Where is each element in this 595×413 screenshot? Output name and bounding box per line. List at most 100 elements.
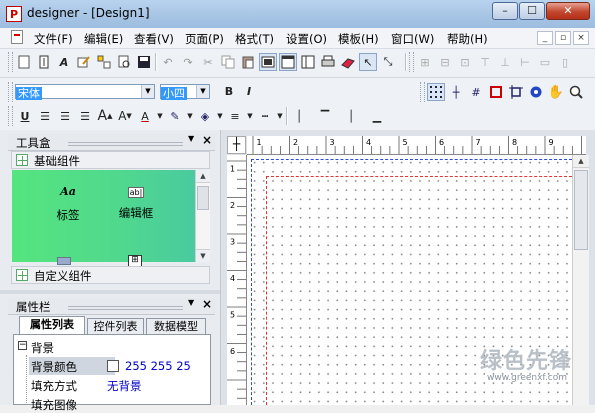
- line-style-icon[interactable]: ┅: [256, 107, 274, 125]
- property-row[interactable]: 填充方式 无背景: [15, 376, 210, 394]
- menu-template[interactable]: 模板(H): [338, 31, 379, 47]
- minimize-button[interactable]: –: [492, 2, 518, 20]
- chevron-down-icon[interactable]: ▼: [156, 107, 164, 125]
- font-name-select[interactable]: 宋体 ▼: [15, 84, 155, 100]
- open-file-icon[interactable]: [35, 53, 53, 71]
- property-category-row[interactable]: − 背景: [15, 338, 210, 356]
- tab-control-list[interactable]: 控件列表: [87, 318, 144, 334]
- page-setup-icon[interactable]: [299, 53, 317, 71]
- group-basic-components[interactable]: 基础组件: [11, 151, 210, 169]
- scroll-up-icon[interactable]: ▲: [196, 170, 210, 183]
- mdi-restore-button[interactable]: ▫: [555, 31, 571, 45]
- table-icon[interactable]: #: [467, 83, 485, 101]
- menu-format[interactable]: 格式(T): [235, 31, 274, 47]
- hand-icon[interactable]: ✋: [547, 83, 565, 101]
- color-swatch[interactable]: [107, 360, 119, 372]
- chevron-down-icon[interactable]: ▼: [276, 107, 284, 125]
- splitter[interactable]: [0, 290, 220, 294]
- maximize-button[interactable]: ☐: [519, 2, 545, 20]
- undo-icon[interactable]: ↶: [159, 53, 177, 71]
- mdi-close-button[interactable]: ×: [573, 31, 589, 45]
- property-value[interactable]: 无背景: [107, 378, 142, 394]
- guide-line-icon[interactable]: ┼: [447, 83, 465, 101]
- align-left-text-icon[interactable]: ☰: [36, 107, 54, 125]
- edit-icon[interactable]: [75, 53, 93, 71]
- line-color-icon[interactable]: ✎: [166, 107, 184, 125]
- book-icon[interactable]: [339, 53, 357, 71]
- align-bottom-icon[interactable]: ⊢: [516, 53, 534, 71]
- text-style-icon[interactable]: A: [55, 53, 73, 71]
- print-icon[interactable]: [319, 53, 337, 71]
- menu-view[interactable]: 查看(V): [134, 31, 174, 47]
- property-value[interactable]: 255 255 25: [125, 359, 191, 373]
- select-pointer-icon[interactable]: ↖: [359, 53, 377, 71]
- menu-settings[interactable]: 设置(O): [286, 31, 327, 47]
- canvas-scrollbar[interactable]: ▲: [572, 155, 589, 405]
- close-icon[interactable]: ×: [202, 297, 212, 311]
- zoom-icon[interactable]: [567, 83, 585, 101]
- tab-data-model[interactable]: 数据模型: [146, 318, 206, 334]
- toolbox-scrollbar[interactable]: ▲ ▼: [195, 170, 210, 262]
- same-width-icon[interactable]: ▭: [536, 53, 554, 71]
- frame-icon[interactable]: [507, 83, 525, 101]
- print-preview-icon[interactable]: [115, 53, 133, 71]
- grow-font-icon[interactable]: A ▲: [96, 107, 114, 125]
- collapse-icon[interactable]: −: [18, 341, 27, 350]
- ruler-origin-icon[interactable]: ┼: [227, 136, 246, 154]
- align-top-icon[interactable]: ⊤: [476, 53, 494, 71]
- align-middle-icon[interactable]: ⊥: [496, 53, 514, 71]
- menu-edit[interactable]: 编辑(E): [84, 31, 123, 47]
- group-custom-components[interactable]: 自定义组件: [11, 266, 210, 284]
- close-button[interactable]: ✕: [546, 2, 590, 20]
- redo-icon[interactable]: ↷: [179, 53, 197, 71]
- scroll-thumb[interactable]: [574, 170, 588, 250]
- chevron-down-icon[interactable]: ▼: [186, 107, 194, 125]
- property-row[interactable]: 填充图像: [15, 395, 210, 413]
- panel-menu-icon[interactable]: ▼: [188, 134, 194, 143]
- menu-help[interactable]: 帮助(H): [447, 31, 488, 47]
- menu-file[interactable]: 文件(F): [34, 31, 73, 47]
- line-width-icon[interactable]: ≡: [226, 107, 244, 125]
- menu-window[interactable]: 窗口(W): [391, 31, 434, 47]
- component-edit-item[interactable]: ab| 编辑框: [113, 185, 159, 225]
- page-view-icon[interactable]: [259, 53, 277, 71]
- grid-icon[interactable]: [427, 83, 445, 101]
- scroll-thumb[interactable]: [197, 186, 209, 210]
- scroll-down-icon[interactable]: ▼: [196, 249, 210, 262]
- scroll-up-icon[interactable]: ▲: [573, 155, 589, 168]
- menu-page[interactable]: 页面(P): [185, 31, 224, 47]
- layout-view-icon[interactable]: [279, 53, 297, 71]
- chevron-down-icon[interactable]: ▼: [141, 85, 154, 98]
- border-bottom-icon[interactable]: ▁: [362, 107, 392, 125]
- component-icon[interactable]: [95, 53, 113, 71]
- same-height-icon[interactable]: ▯: [556, 53, 574, 71]
- component-label-item[interactable]: Aa 标签: [50, 185, 86, 225]
- copy-icon[interactable]: [219, 53, 237, 71]
- bold-button[interactable]: B: [220, 82, 238, 100]
- cut-icon[interactable]: ✂: [199, 53, 217, 71]
- close-icon[interactable]: ×: [202, 133, 212, 147]
- new-file-icon[interactable]: [15, 53, 33, 71]
- underline-button[interactable]: U: [16, 107, 34, 125]
- align-right-icon[interactable]: ⊡: [456, 53, 474, 71]
- property-row[interactable]: 背景颜色 255 255 25: [15, 357, 210, 375]
- line-tool-icon[interactable]: ⤡: [379, 53, 397, 71]
- app-icon[interactable]: P: [6, 6, 22, 22]
- toolbar-grip[interactable]: [8, 52, 13, 72]
- gear-icon[interactable]: [527, 83, 545, 101]
- paste-icon[interactable]: [239, 53, 257, 71]
- font-color-icon[interactable]: A: [136, 107, 154, 125]
- chevron-down-icon[interactable]: ▼: [216, 107, 224, 125]
- chevron-down-icon[interactable]: ▼: [196, 85, 209, 98]
- shrink-font-icon[interactable]: A ▼: [116, 107, 134, 125]
- rectangle-icon[interactable]: [487, 83, 505, 101]
- fill-color-icon[interactable]: ◈: [196, 107, 214, 125]
- border-right-icon[interactable]: │: [342, 107, 360, 125]
- align-center-text-icon[interactable]: ☰: [56, 107, 74, 125]
- save-icon[interactable]: [135, 53, 153, 71]
- chevron-down-icon[interactable]: ▼: [246, 107, 254, 125]
- tab-property-list[interactable]: 属性列表: [19, 316, 85, 334]
- align-right-text-icon[interactable]: ☰: [76, 107, 94, 125]
- align-center-icon[interactable]: ⊟: [436, 53, 454, 71]
- document-icon[interactable]: [11, 30, 23, 44]
